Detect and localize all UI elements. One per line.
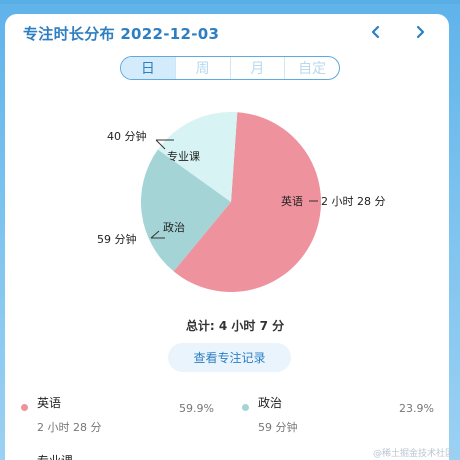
pie-label-value-politics: 59 分钟 — [97, 232, 137, 246]
pie-label-name-politics: 政治 — [163, 220, 185, 234]
pie-label-name-major: 专业课 — [167, 149, 200, 163]
focus-pie-chart: 英语 2 小时 28 分政治 59 分钟 专业课 40 分钟 — [97, 112, 386, 292]
view-records-button[interactable]: 查看专注记录 — [168, 343, 291, 372]
legend-time-english: 2 小时 28 分 — [37, 421, 102, 434]
top-strip — [0, 0, 460, 4]
legend-name-major: 专业课 — [37, 452, 73, 460]
total-time: 总计: 4 小时 7 分 — [185, 319, 285, 333]
legend-percent-politics: 23.9% — [399, 402, 434, 415]
legend-dot-politics — [242, 404, 249, 411]
legend-percent-english: 59.9% — [179, 402, 214, 415]
legend-name-politics: 政治 — [258, 396, 283, 410]
pie-label-value-english: 2 小时 28 分 — [321, 195, 386, 208]
pie-label-name-english: 英语 — [281, 194, 303, 208]
legend-time-politics: 59 分钟 — [258, 421, 298, 434]
watermark: @稀土掘金技术社区 — [372, 449, 454, 459]
focus-distribution-card: 专注时长分布 2022-12-03 日 周 月 自定 英语 2 小时 28 分政治… — [5, 14, 449, 460]
legend-name-english: 英语 — [37, 396, 62, 410]
pie-label-value-major: 40 分钟 — [107, 129, 147, 143]
legend-dot-english — [21, 404, 28, 411]
